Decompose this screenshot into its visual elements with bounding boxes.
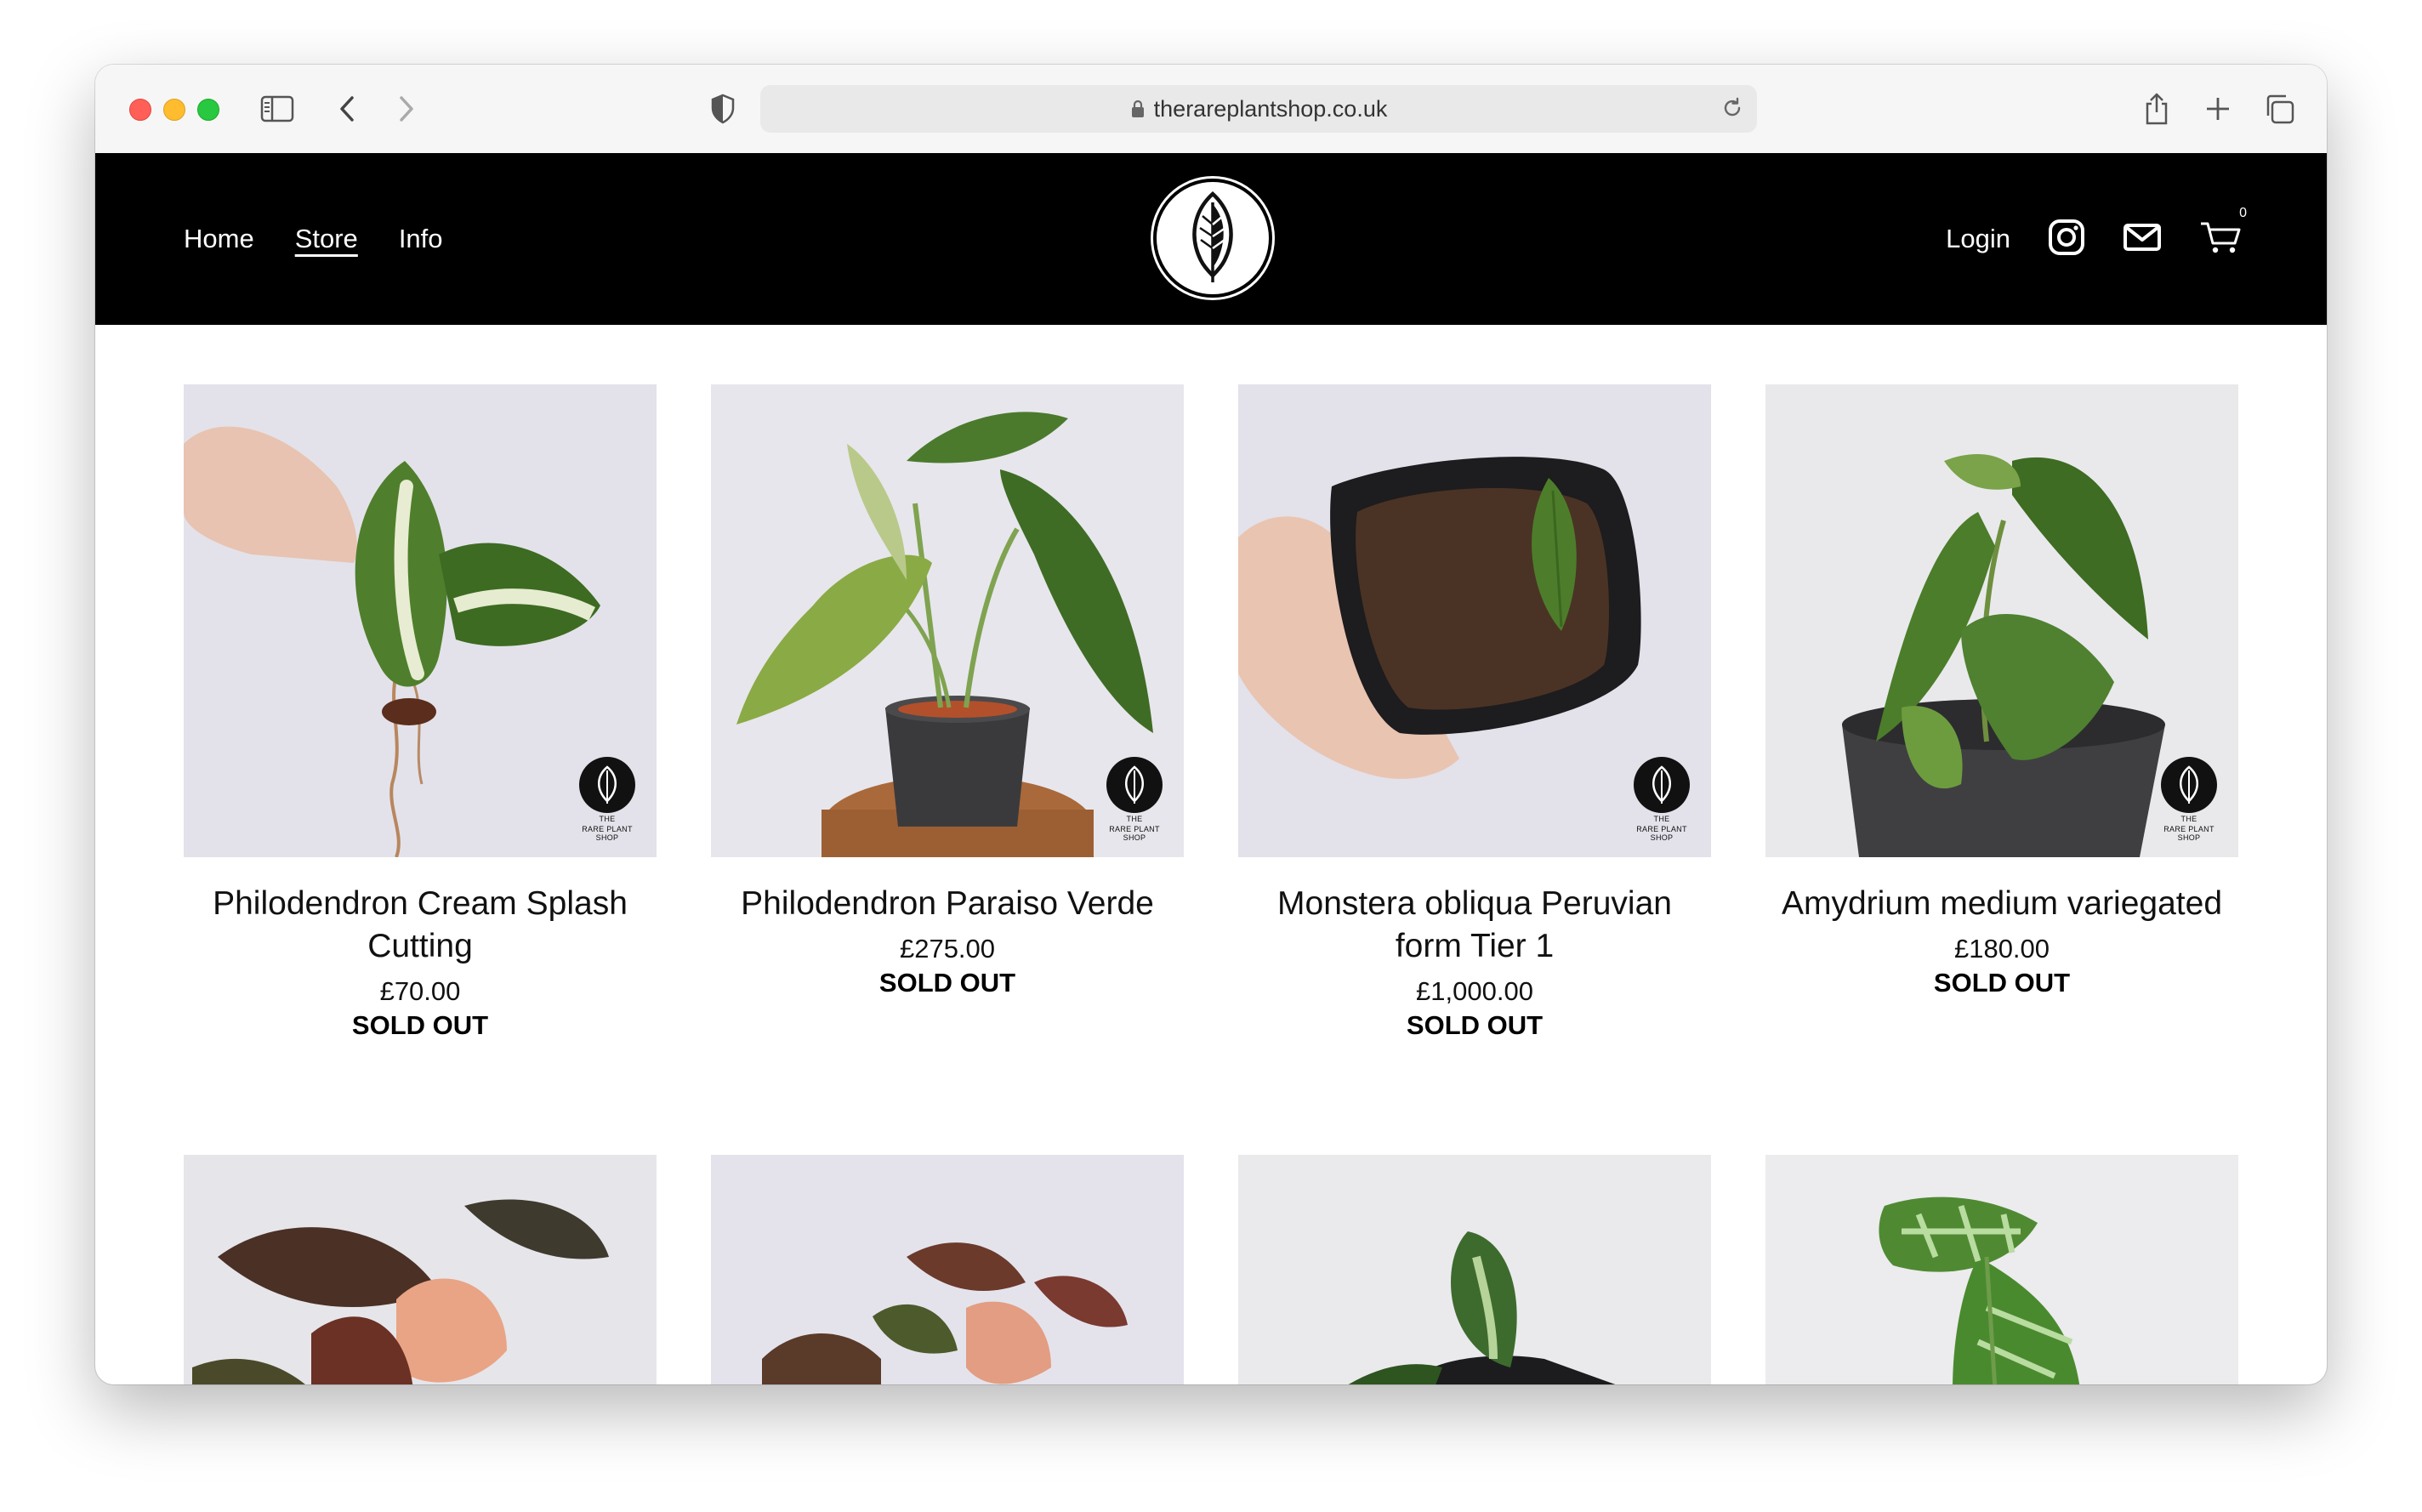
minimize-window-button[interactable] xyxy=(163,99,185,121)
badge-text: RARE PLANT SHOP xyxy=(1636,825,1687,842)
nav-info-link[interactable]: Info xyxy=(399,224,443,254)
badge-text: RARE PLANT SHOP xyxy=(2163,825,2214,842)
sold-out-label: SOLD OUT xyxy=(1933,968,2071,998)
shop-badge: THE RARE PLANT SHOP xyxy=(1104,757,1165,842)
leaf-logo-icon xyxy=(2161,757,2217,813)
login-link[interactable]: Login xyxy=(1946,224,2010,254)
product-card[interactable] xyxy=(184,1155,657,1384)
shop-badge: THE RARE PLANT SHOP xyxy=(2158,757,2220,842)
product-image[interactable] xyxy=(1765,1155,2238,1384)
product-image[interactable]: THE RARE PLANT SHOP xyxy=(1765,384,2238,857)
nav-store-link[interactable]: Store xyxy=(295,224,358,254)
reload-icon[interactable] xyxy=(1720,95,1745,125)
product-image[interactable] xyxy=(711,1155,1184,1384)
product-price: £275.00 xyxy=(899,934,996,963)
share-icon[interactable] xyxy=(2138,90,2175,128)
main-nav: Home Store Info xyxy=(184,153,443,325)
cart-count: 0 xyxy=(2239,205,2247,220)
close-window-button[interactable] xyxy=(129,99,151,121)
zoom-window-button[interactable] xyxy=(197,99,219,121)
product-image[interactable]: THE RARE PLANT SHOP xyxy=(711,384,1184,857)
address-bar[interactable]: therareplantshop.co.uk xyxy=(760,85,1757,133)
leaf-logo-icon xyxy=(1106,757,1163,813)
sold-out-label: SOLD OUT xyxy=(351,1010,489,1040)
leaf-logo-icon xyxy=(579,757,635,813)
shop-badge: THE RARE PLANT SHOP xyxy=(1631,757,1692,842)
product-card[interactable]: THE RARE PLANT SHOP Philodendron Cream S… xyxy=(184,384,657,1041)
product-card[interactable]: THE RARE PLANT SHOP Philodendron Paraiso… xyxy=(711,384,1184,998)
leaf-logo-icon xyxy=(1634,757,1690,813)
cart-icon xyxy=(2199,222,2242,259)
product-title[interactable]: Amydrium medium variegated xyxy=(1765,883,2238,925)
lock-icon xyxy=(1130,99,1146,118)
product-image[interactable] xyxy=(184,1155,657,1384)
product-image[interactable]: THE RARE PLANT SHOP xyxy=(1238,384,1711,857)
product-card[interactable]: THE RARE PLANT SHOP Amydrium medium vari… xyxy=(1765,384,2238,998)
sidebar-toggle-icon[interactable] xyxy=(259,90,296,128)
badge-prefix: THE xyxy=(2180,815,2197,823)
cart-button[interactable]: 0 xyxy=(2199,206,2247,259)
badge-prefix: THE xyxy=(599,815,616,823)
site-header: Home Store Info Login 0 xyxy=(95,153,2327,325)
product-image[interactable]: THE RARE PLANT SHOP xyxy=(184,384,657,857)
sold-out-label: SOLD OUT xyxy=(1406,1010,1544,1040)
product-card[interactable]: THE RARE PLANT SHOP Monstera obliqua Per… xyxy=(1238,384,1711,1041)
nav-home-link[interactable]: Home xyxy=(184,224,254,254)
product-card[interactable] xyxy=(711,1155,1184,1384)
browser-window: therareplantshop.co.uk Home Store Info L… xyxy=(95,65,2327,1384)
url-text: therareplantshop.co.uk xyxy=(1153,95,1388,122)
product-title[interactable]: Monstera obliqua Peruvian form Tier 1 xyxy=(1238,883,1711,968)
site-logo[interactable] xyxy=(1153,179,1272,298)
product-price: £180.00 xyxy=(1953,934,2050,963)
badge-text: RARE PLANT SHOP xyxy=(582,825,633,842)
product-title[interactable]: Philodendron Cream Splash Cutting xyxy=(184,883,657,968)
email-icon[interactable] xyxy=(2123,223,2162,256)
forward-arrow-icon[interactable] xyxy=(388,90,425,128)
back-arrow-icon[interactable] xyxy=(328,90,366,128)
product-card[interactable] xyxy=(1765,1155,2238,1384)
badge-text: RARE PLANT SHOP xyxy=(1109,825,1160,842)
header-actions: Login 0 xyxy=(1946,153,2247,325)
tab-overview-icon[interactable] xyxy=(2260,90,2298,128)
product-price: £1,000.00 xyxy=(1416,976,1533,1006)
new-tab-plus-icon[interactable] xyxy=(2199,90,2237,128)
instagram-icon[interactable] xyxy=(2048,219,2085,260)
shop-badge: THE RARE PLANT SHOP xyxy=(577,757,638,842)
product-title[interactable]: Philodendron Paraiso Verde xyxy=(711,883,1184,925)
product-price: £70.00 xyxy=(379,976,461,1006)
badge-prefix: THE xyxy=(1126,815,1143,823)
sold-out-label: SOLD OUT xyxy=(878,968,1016,998)
privacy-shield-icon[interactable] xyxy=(704,90,742,128)
browser-toolbar: therareplantshop.co.uk xyxy=(95,65,2327,154)
badge-prefix: THE xyxy=(1653,815,1670,823)
product-image[interactable] xyxy=(1238,1155,1711,1384)
product-card[interactable] xyxy=(1238,1155,1711,1384)
